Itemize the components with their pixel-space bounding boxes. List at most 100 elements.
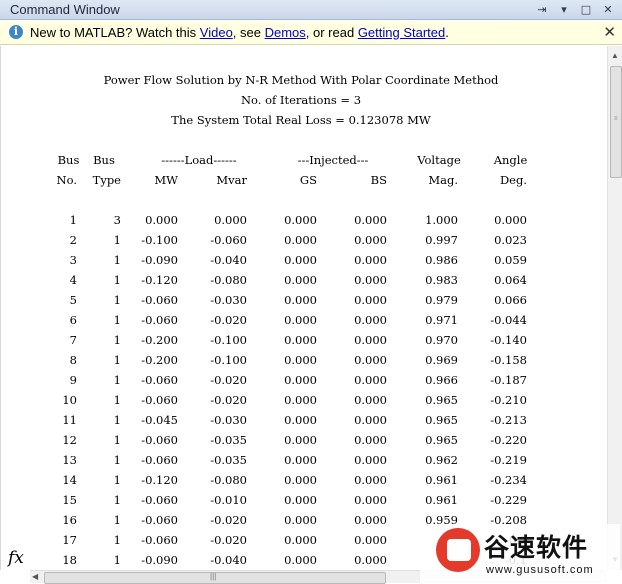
table-header-6: Mag. [428,173,458,187]
table-cell: 0.969 [425,353,458,367]
table-cell: 0.986 [425,253,458,267]
dock-icon[interactable]: ⇥ [532,1,552,18]
table-cell: -0.030 [210,293,247,307]
info-message: New to MATLAB? Watch this Video, see Dem… [30,25,449,40]
demos-link[interactable]: Demos [265,25,306,40]
table-cell: 0.000 [354,493,387,507]
table-cell: 0.000 [284,493,317,507]
table-cell: -0.220 [490,433,527,447]
close-icon[interactable]: ✕ [598,1,618,18]
watermark-url: www.gususoft.com [486,564,594,576]
table-cell: 3 [113,213,121,227]
table-cell: 16 [62,513,77,527]
table-cell: -0.060 [210,233,247,247]
table-cell: -0.213 [490,413,527,427]
info-sep1: , see [232,25,265,40]
table-cell: 0.000 [284,273,317,287]
table-cell: 4 [69,273,77,287]
table-cell: -0.090 [141,253,178,267]
table-cell: -0.234 [490,473,527,487]
table-header-0: No. [56,173,77,187]
info-bar: i New to MATLAB? Watch this Video, see D… [0,21,622,45]
video-link[interactable]: Video [200,25,233,40]
table-cell: 0.000 [354,273,387,287]
getting-started-link[interactable]: Getting Started [358,25,445,40]
table-cell: 0.000 [284,373,317,387]
table-cell: 1 [113,253,121,267]
table-cell: -0.020 [210,513,247,527]
table-cell: 7 [69,333,77,347]
table-cell: 0.000 [284,473,317,487]
table-cell: 1 [113,473,121,487]
vertical-scroll-thumb[interactable]: ≡ [610,66,622,178]
table-cell: 0.970 [425,333,458,347]
table-cell: 0.000 [284,233,317,247]
info-suffix: . [445,25,449,40]
table-cell: 0.000 [214,213,247,227]
table-cell: 0.965 [425,433,458,447]
table-cell: -0.060 [141,493,178,507]
table-header-2: MW [154,173,178,187]
table-cell: 0.000 [284,433,317,447]
output-heading: Power Flow Solution by N-R Method With P… [103,73,499,87]
table-cell: -0.020 [210,373,247,387]
table-cell: -0.045 [141,413,178,427]
table-cell: 1.000 [425,213,458,227]
table-cell: -0.060 [141,373,178,387]
table-cell: 1 [113,393,121,407]
table-cell: -0.060 [141,393,178,407]
table-cell: -0.210 [490,393,527,407]
output-iterations: No. of Iterations = 3 [240,93,362,107]
table-cell: 1 [113,333,121,347]
table-cell: -0.020 [210,533,247,547]
table-cell: 14 [62,473,77,487]
table-cell: -0.120 [141,473,178,487]
table-cell: 0.962 [425,453,458,467]
table-cell: 0.000 [494,213,527,227]
table-cell: -0.020 [210,393,247,407]
table-cell: 0.059 [494,253,527,267]
output-total-loss: The System Total Real Loss = 0.123078 MW [171,113,431,127]
table-cell: 3 [69,253,77,267]
minimize-icon[interactable]: ▾ [554,1,574,18]
table-cell: 0.000 [145,213,178,227]
vertical-scrollbar[interactable]: ▲ ≡ ▼ [607,46,622,570]
table-cell: -0.010 [210,493,247,507]
table-header-4: GS [299,173,317,187]
table-cell: 0.000 [354,253,387,267]
table-cell: -0.158 [490,353,527,367]
info-text-prefix: New to MATLAB? Watch this [30,25,200,40]
table-cell: 0.000 [354,213,387,227]
table-cell: 0.000 [284,353,317,367]
table-cell: -0.100 [210,333,247,347]
table-cell: 1 [113,353,121,367]
table-cell: 0.000 [284,533,317,547]
table-cell: 0.000 [284,513,317,527]
table-cell: 1 [113,493,121,507]
scroll-up-icon[interactable]: ▲ [608,48,622,64]
table-cell: -0.187 [490,373,527,387]
table-header-5: BS [370,173,387,187]
table-cell: 0.000 [354,393,387,407]
table-cell: -0.080 [210,273,247,287]
table-header-7: Deg. [499,173,527,187]
table-cell: 0.979 [425,293,458,307]
table-cell: 1 [113,373,121,387]
table-cell: 5 [69,293,77,307]
table-cell: 0.000 [284,253,317,267]
table-cell: 0.000 [354,233,387,247]
table-cell: 0.961 [425,493,458,507]
info-close-icon[interactable]: ✕ [603,23,616,41]
table-cell: 0.965 [425,413,458,427]
table-cell: -0.035 [210,453,247,467]
table-cell: 0.000 [354,293,387,307]
command-output-area[interactable]: Power Flow Solution by N-R Method With P… [0,46,607,570]
table-cell: 0.000 [354,553,387,567]
horizontal-scroll-thumb[interactable]: ||| [44,572,386,584]
scroll-left-icon[interactable]: ◀ [32,571,38,583]
fx-prompt-icon[interactable]: fx [8,548,24,568]
table-cell: 0.000 [284,453,317,467]
table-cell: -0.219 [490,453,527,467]
table-cell: 8 [69,353,77,367]
maximize-icon[interactable]: □ [576,1,596,18]
